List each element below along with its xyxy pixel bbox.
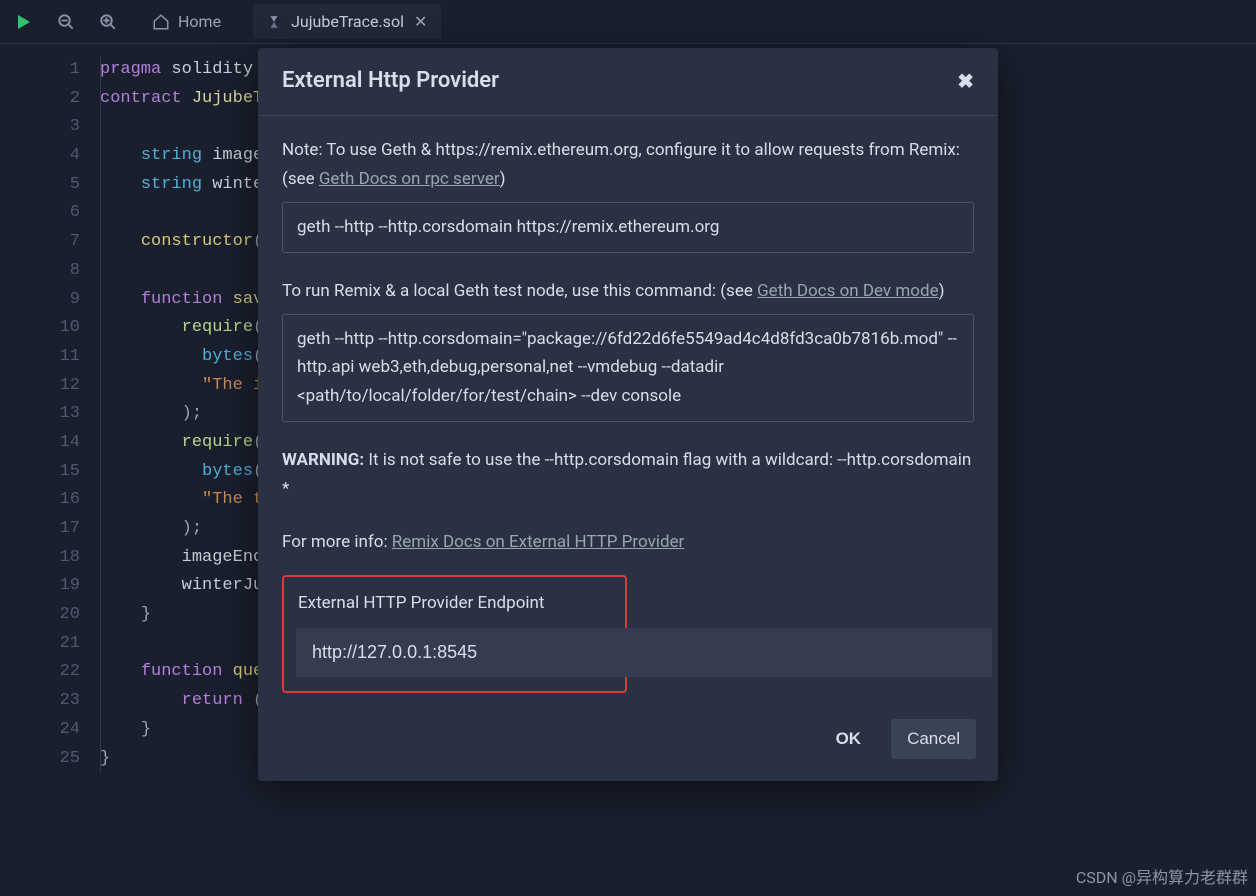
geth-rpc-link[interactable]: Geth Docs on rpc server: [319, 169, 500, 189]
external-provider-modal: External Http Provider ✖ Note: To use Ge…: [258, 48, 998, 781]
modal-title: External Http Provider: [282, 68, 499, 93]
endpoint-label: External HTTP Provider Endpoint: [298, 589, 611, 618]
warning-text: WARNING: It is not safe to use the --htt…: [282, 446, 974, 504]
cancel-button[interactable]: Cancel: [891, 719, 976, 759]
command-box-1: geth --http --http.corsdomain https://re…: [282, 202, 974, 253]
geth-dev-link[interactable]: Geth Docs on Dev mode: [757, 281, 939, 301]
command-box-2: geth --http --http.corsdomain="package:/…: [282, 314, 974, 423]
close-icon[interactable]: ✖: [957, 69, 974, 93]
ok-button[interactable]: OK: [820, 719, 878, 759]
remix-docs-link[interactable]: Remix Docs on External HTTP Provider: [392, 532, 685, 552]
modal-body: Note: To use Geth & https://remix.ethere…: [258, 116, 998, 703]
note-text: Note: To use Geth & https://remix.ethere…: [282, 136, 974, 194]
modal-header: External Http Provider ✖: [258, 48, 998, 116]
watermark: CSDN @异构算力老群群: [1076, 864, 1248, 888]
modal-footer: OK Cancel: [258, 703, 998, 781]
more-info-text: For more info: Remix Docs on External HT…: [282, 528, 974, 557]
endpoint-highlight: External HTTP Provider Endpoint: [282, 575, 627, 693]
run-text: To run Remix & a local Geth test node, u…: [282, 277, 974, 306]
endpoint-input[interactable]: [296, 628, 992, 677]
modal-backdrop: External Http Provider ✖ Note: To use Ge…: [0, 0, 1256, 896]
